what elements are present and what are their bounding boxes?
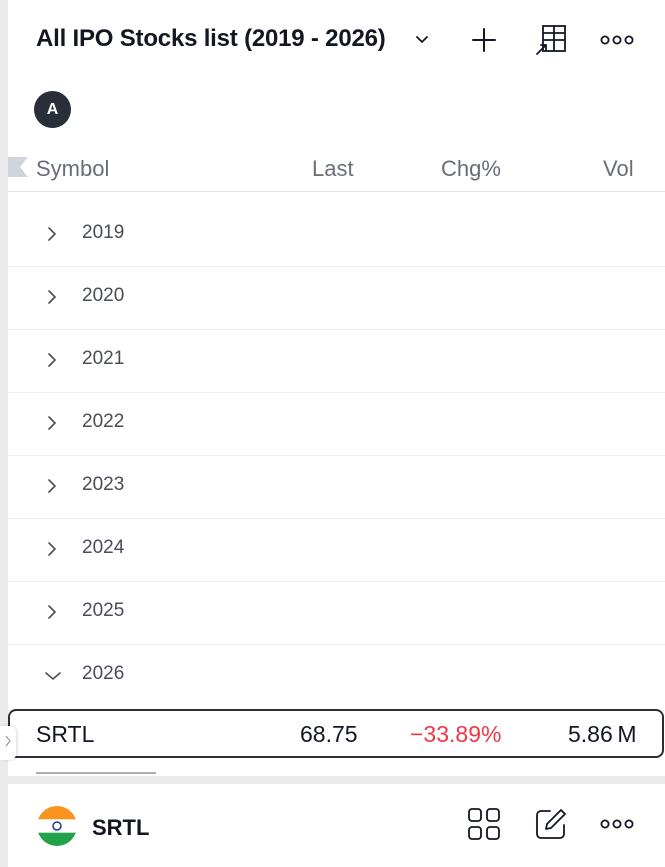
watchlist-header: All IPO Stocks list (2019 - 2026) — [8, 0, 665, 80]
edit-button[interactable] — [531, 806, 571, 846]
partial-row-hint — [36, 772, 156, 774]
section-avatar[interactable]: A — [34, 91, 71, 128]
group-label: 2026 — [82, 663, 125, 684]
more-horizontal-icon — [600, 817, 634, 835]
footer-symbol[interactable]: SRTL — [92, 815, 149, 841]
chevron-right-icon — [46, 478, 58, 494]
group-2019[interactable]: 2019 — [8, 204, 665, 267]
grid-view-button[interactable] — [464, 806, 504, 846]
columns-layout-button[interactable] — [531, 20, 571, 60]
table-layout-icon — [534, 23, 568, 57]
plus-icon — [470, 26, 498, 54]
header-more-button[interactable] — [597, 20, 637, 60]
group-label: 2021 — [82, 348, 125, 369]
row-last: 68.75 — [300, 721, 358, 747]
group-label: 2022 — [82, 411, 125, 432]
chevron-down-icon[interactable] — [411, 28, 433, 50]
column-vol[interactable]: Vol — [603, 156, 634, 182]
table-row-selected[interactable]: SRTL 68.75 −33.89% 5.86 M — [8, 709, 664, 758]
column-chg[interactable]: Chg% — [441, 156, 501, 182]
group-2022[interactable]: 2022 — [8, 393, 665, 456]
group-2024[interactable]: 2024 — [8, 519, 665, 582]
group-2025[interactable]: 2025 — [8, 582, 665, 645]
chevron-right-icon — [46, 226, 58, 242]
edit-icon — [534, 807, 568, 846]
column-header: Symbol Last Chg% Vol — [8, 142, 665, 192]
group-2020[interactable]: 2020 — [8, 267, 665, 330]
group-2026[interactable]: 2026 — [8, 645, 665, 708]
chevron-right-icon — [46, 604, 58, 620]
footer-more-button[interactable] — [597, 806, 637, 846]
chevron-right-icon — [46, 541, 58, 557]
group-label: 2023 — [82, 474, 125, 495]
chevron-right-icon — [46, 352, 58, 368]
grid-icon — [467, 807, 501, 846]
group-label: 2019 — [82, 222, 125, 243]
panel-resize-handle[interactable] — [0, 726, 16, 760]
row-vol: 5.86 M — [568, 721, 637, 747]
row-chg: −33.89% — [410, 721, 502, 747]
group-label: 2020 — [82, 285, 125, 306]
sort-flag-icon — [8, 157, 28, 177]
group-2021[interactable]: 2021 — [8, 330, 665, 393]
group-label: 2024 — [82, 537, 125, 558]
chevron-right-icon — [46, 415, 58, 431]
row-symbol: SRTL — [36, 721, 95, 747]
watchlist-title[interactable]: All IPO Stocks list (2019 - 2026) — [36, 25, 386, 53]
symbol-details-bar: SRTL — [8, 784, 665, 867]
chevron-down-icon — [44, 669, 62, 681]
group-2023[interactable]: 2023 — [8, 456, 665, 519]
more-horizontal-icon — [600, 34, 634, 46]
india-flag-icon — [37, 806, 77, 846]
watchlist-panel: All IPO Stocks list (2019 - 2026) A Symb… — [8, 0, 665, 776]
column-last[interactable]: Last — [312, 156, 354, 182]
table-row-partial[interactable] — [8, 770, 665, 776]
chevron-right-icon — [5, 734, 11, 752]
column-symbol[interactable]: Symbol — [36, 156, 109, 182]
group-label: 2025 — [82, 600, 125, 621]
add-symbol-button[interactable] — [464, 20, 504, 60]
chevron-right-icon — [46, 289, 58, 305]
